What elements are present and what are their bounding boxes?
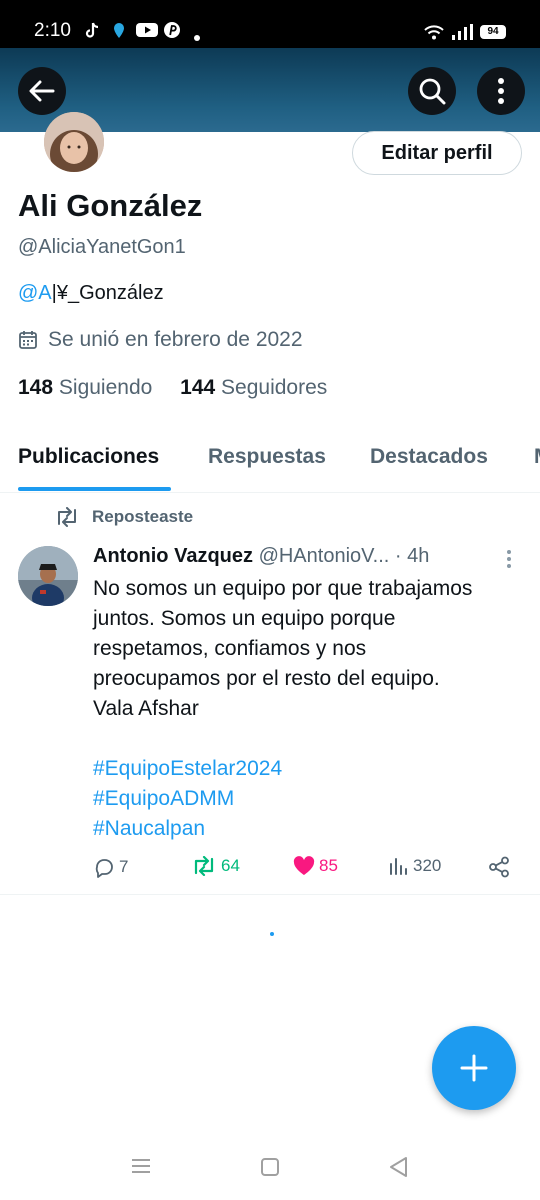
tweet-text[interactable]: No somos un equipo por que trabajamos ju… xyxy=(93,574,533,844)
active-tab-indicator xyxy=(18,487,171,491)
system-nav-bar xyxy=(0,1140,540,1200)
reply-button[interactable]: 7 xyxy=(93,856,128,878)
share-icon xyxy=(489,856,509,878)
like-button[interactable]: 85 xyxy=(293,856,338,876)
back-button[interactable] xyxy=(18,67,66,115)
back-triangle-icon[interactable] xyxy=(388,1156,408,1178)
recent-apps-icon[interactable] xyxy=(131,1158,151,1174)
tweet-line: Vala Afshar xyxy=(93,697,199,720)
youtube-icon xyxy=(136,22,158,43)
following-link[interactable]: 148 Siguiendo xyxy=(18,376,152,399)
followers-label: Seguidores xyxy=(221,376,328,399)
tweet-line: respetamos, confiamos y nos xyxy=(93,637,367,660)
wifi-icon xyxy=(424,24,444,45)
joined-date: Se unió en febrero de 2022 xyxy=(18,328,303,352)
status-bar: 2:10 94 xyxy=(0,0,540,48)
joined-text: Se unió en febrero de 2022 xyxy=(48,328,303,351)
repost-icon xyxy=(194,856,214,876)
reply-count: 7 xyxy=(119,857,129,876)
notification-dot-icon xyxy=(194,28,200,46)
back-arrow-icon xyxy=(29,80,55,102)
tweet-divider xyxy=(0,894,540,895)
repost-count: 64 xyxy=(221,856,240,875)
profile-name: Ali González xyxy=(18,188,203,223)
views-button[interactable]: 320 xyxy=(389,856,441,876)
avatar-photo xyxy=(44,112,104,172)
bio-mention-link[interactable]: @A xyxy=(18,282,52,304)
tweet-author-name[interactable]: Antonio Vazquez xyxy=(93,545,253,567)
followers-link[interactable]: 144 Seguidores xyxy=(180,376,327,399)
tweet-header: Antonio Vazquez @HAntonioV... · 4h xyxy=(93,545,429,568)
profile-bio: @A|¥_González xyxy=(18,282,164,305)
tweet-time: · 4h xyxy=(394,545,430,567)
tab-destacados[interactable]: Destacados xyxy=(370,445,488,469)
tab-publicaciones[interactable]: Publicaciones xyxy=(18,445,159,469)
bio-text: |¥_González xyxy=(51,282,164,304)
tweet-author-avatar[interactable] xyxy=(18,546,78,606)
more-vertical-icon xyxy=(498,78,504,104)
profile-handle: @AliciaYanetGon1 xyxy=(18,236,186,258)
tab-respuestas[interactable]: Respuestas xyxy=(208,445,326,469)
following-count: 148 xyxy=(18,376,54,399)
signal-icon xyxy=(451,24,473,45)
tweet-spacer xyxy=(93,724,533,754)
following-label: Siguiendo xyxy=(58,376,153,399)
repost-label: Reposteaste xyxy=(92,507,194,526)
calendar-icon xyxy=(19,331,37,349)
pinterest-icon xyxy=(164,22,180,43)
hashtag-link[interactable]: #EquipoADMM xyxy=(93,784,533,814)
followers-count: 144 xyxy=(180,376,216,399)
compose-button[interactable] xyxy=(432,1026,516,1110)
like-count: 85 xyxy=(319,856,338,875)
tweet-line: juntos. Somos un equipo porque xyxy=(93,607,396,630)
loading-indicator xyxy=(270,932,274,936)
views-chart-icon xyxy=(390,858,407,875)
plus-icon xyxy=(460,1054,488,1082)
search-button[interactable] xyxy=(408,67,456,115)
reply-icon xyxy=(95,859,113,878)
status-time: 2:10 xyxy=(34,20,71,41)
tweet-more-button[interactable] xyxy=(505,548,513,575)
repost-button[interactable]: 64 xyxy=(191,856,240,876)
search-icon xyxy=(419,78,446,105)
home-icon[interactable] xyxy=(260,1157,280,1177)
heart-icon xyxy=(293,856,315,875)
views-count: 320 xyxy=(413,856,442,875)
tweet-line: No somos un equipo por que trabajamos xyxy=(93,577,473,600)
tweet-actions: 7 64 85 320 xyxy=(93,856,523,882)
author-avatar-photo xyxy=(18,546,78,606)
tab-multimedia[interactable]: M xyxy=(534,445,540,469)
more-vertical-icon xyxy=(507,550,511,568)
battery-indicator: 94 xyxy=(480,25,506,39)
tweet-line: preocupamos por el resto del equipo. xyxy=(93,667,440,690)
more-options-button[interactable] xyxy=(477,67,525,115)
profile-avatar[interactable] xyxy=(44,112,104,172)
hashtag-link[interactable]: #EquipoEstelar2024 xyxy=(93,754,533,784)
hashtag-link[interactable]: #Naucalpan xyxy=(93,814,533,844)
tweet-author-handle[interactable]: @HAntonioV... xyxy=(259,545,390,567)
profile-tabs: Publicaciones Respuestas Destacados M xyxy=(0,430,540,493)
edit-profile-button[interactable]: Editar perfil xyxy=(352,131,522,175)
follow-stats: 148 Siguiendo 144 Seguidores xyxy=(18,376,327,400)
tiktok-icon xyxy=(84,22,100,45)
share-button[interactable] xyxy=(488,856,510,878)
repost-icon xyxy=(58,507,76,527)
repost-indicator: Reposteaste xyxy=(54,507,193,527)
location-icon xyxy=(112,22,126,45)
